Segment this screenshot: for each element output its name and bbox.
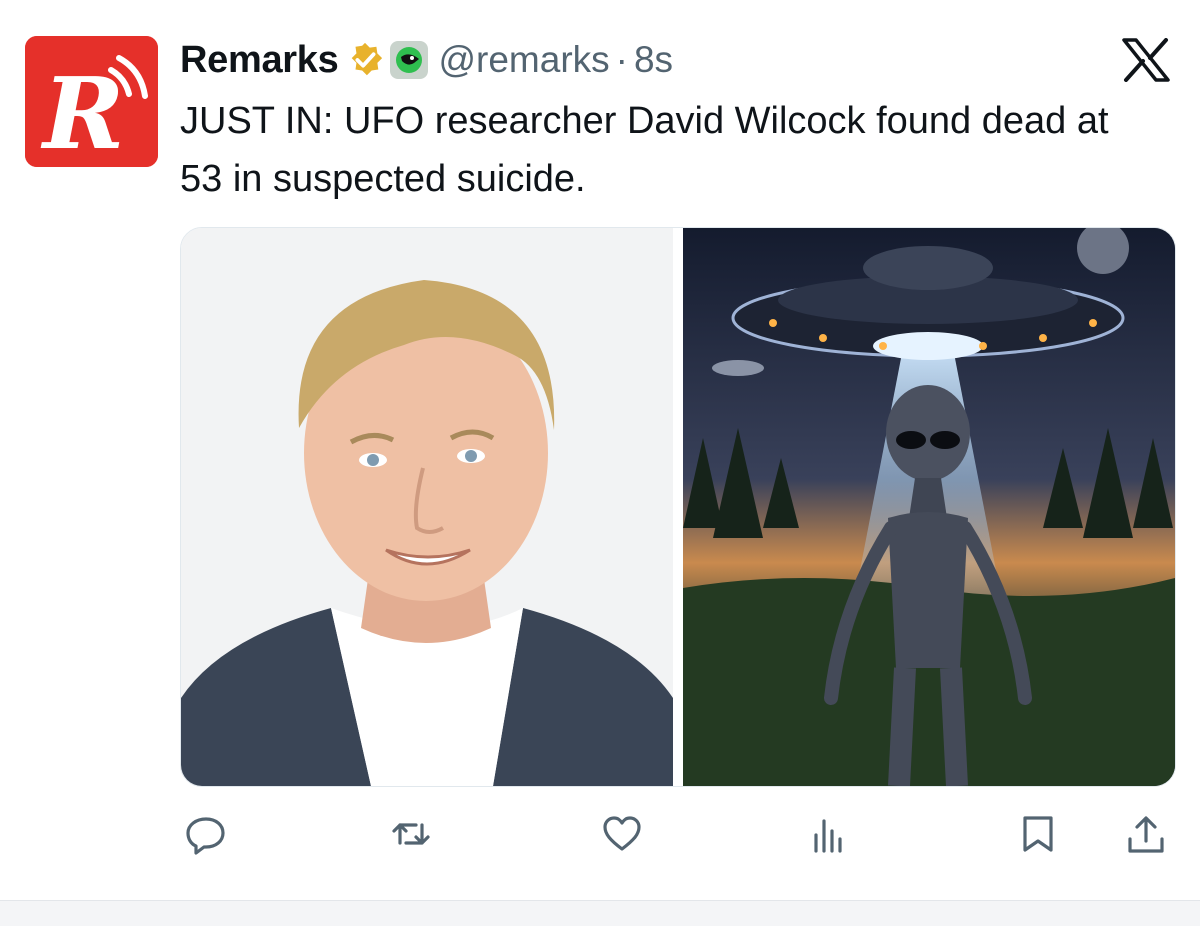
verified-badge-icon	[346, 41, 384, 79]
heart-icon	[603, 816, 641, 851]
alien-ufo-illustration[interactable]	[683, 228, 1175, 786]
portrait-photo[interactable]	[181, 228, 673, 786]
avatar[interactable]: R	[25, 36, 158, 167]
x-logo-icon	[1122, 38, 1170, 82]
media-grid	[180, 227, 1176, 787]
tweet-header: Remarks @remarks · 8s	[180, 32, 673, 88]
repost-button[interactable]	[385, 808, 437, 860]
tweet-card[interactable]: R Remarks @remarks · 8s JUST IN: UFO res…	[0, 0, 1200, 900]
bookmark-icon	[1023, 816, 1053, 852]
tweet-text: JUST IN: UFO researcher David Wilcock fo…	[180, 100, 1109, 200]
repost-icon	[392, 823, 430, 845]
affiliate-badge-icon[interactable]	[390, 41, 429, 79]
action-bar	[0, 808, 1200, 868]
share-icon	[1128, 816, 1164, 853]
views-chart-icon	[814, 819, 842, 853]
timestamp[interactable]: 8s	[634, 39, 673, 81]
remarks-logo-icon: R	[25, 36, 158, 167]
share-button[interactable]	[1120, 808, 1172, 860]
bookmark-button[interactable]	[1012, 808, 1064, 860]
like-button[interactable]	[596, 808, 648, 860]
reply-button[interactable]	[180, 808, 232, 860]
svg-text:R: R	[40, 57, 124, 167]
views-button[interactable]	[802, 808, 854, 860]
display-name[interactable]: Remarks	[180, 39, 339, 82]
reply-icon	[186, 817, 225, 855]
bottom-divider	[0, 900, 1200, 926]
separator-dot: ·	[615, 39, 628, 80]
handle[interactable]: @remarks	[438, 39, 609, 81]
